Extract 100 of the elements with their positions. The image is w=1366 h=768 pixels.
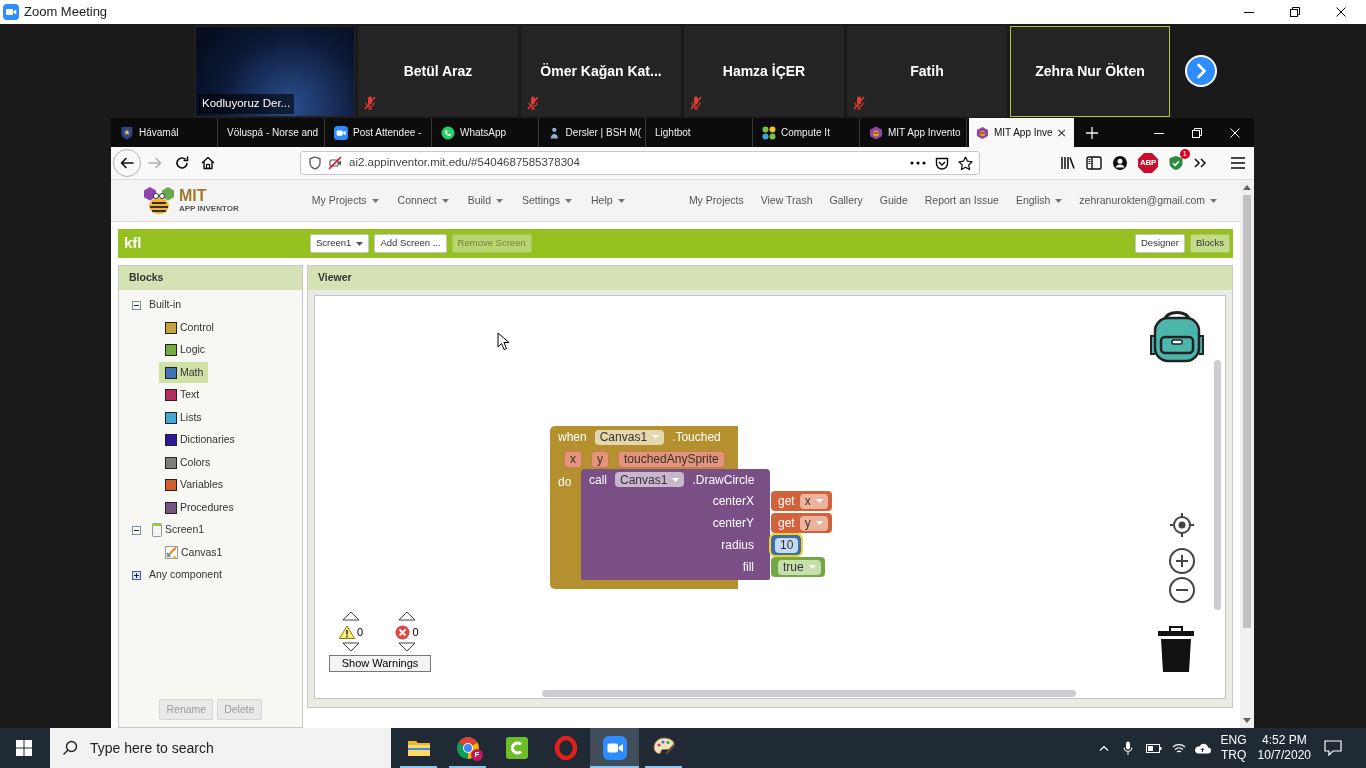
target-icon[interactable] — [1170, 513, 1194, 537]
participant-tile[interactable]: Kodluyoruz Der... — [195, 25, 355, 117]
account-icon[interactable] — [1112, 155, 1128, 171]
dropdown-field[interactable]: x — [799, 493, 828, 509]
menu-item[interactable]: My Projects — [688, 192, 744, 209]
address-bar[interactable]: ai2.appinventor.mit.edu/#5404687585378304 — [300, 151, 980, 175]
taskbar-app-button[interactable] — [590, 728, 639, 768]
scrollbar-thumb[interactable] — [1243, 195, 1251, 628]
cloud-icon[interactable] — [1193, 742, 1211, 754]
crossed-out-icon[interactable] — [328, 156, 342, 170]
dropdown-field[interactable]: y — [799, 515, 828, 531]
restore-icon[interactable] — [1290, 7, 1300, 17]
toolbar-button[interactable]: Add Screen ... — [374, 234, 447, 253]
star-icon[interactable] — [958, 156, 973, 170]
dropdown-field[interactable]: Canvas1 — [594, 429, 665, 445]
sidebar-icon[interactable] — [1086, 156, 1102, 170]
dropdown-field[interactable]: true — [778, 559, 821, 575]
boolean-block[interactable]: true — [771, 557, 825, 577]
scroll-down-icon[interactable] — [1243, 718, 1251, 723]
scrollbar-thumb[interactable] — [542, 690, 1076, 697]
scroll-up-icon[interactable] — [1243, 185, 1251, 190]
trash-icon[interactable] — [1158, 626, 1194, 672]
dropdown-field[interactable]: Canvas1 — [615, 472, 685, 487]
tree-item[interactable]: Math — [159, 362, 209, 384]
restore-icon[interactable] — [1192, 127, 1202, 138]
tree-item[interactable]: Variables — [159, 474, 228, 496]
show-warnings-button[interactable]: Show Warnings — [329, 655, 431, 672]
menu-item[interactable]: My Projects — [311, 192, 379, 209]
menu-item[interactable]: English — [1015, 192, 1063, 209]
collapse-icon[interactable] — [132, 300, 141, 310]
menu-item[interactable]: Guide — [879, 192, 908, 209]
tree-item[interactable]: Screen1 — [152, 522, 205, 539]
scrollbar-thumb[interactable] — [1214, 360, 1221, 610]
collapse-icon[interactable] — [132, 525, 141, 535]
up-arrow-icon[interactable] — [398, 611, 416, 621]
tree-item[interactable]: Text — [159, 384, 205, 406]
tree-item[interactable]: Procedures — [159, 497, 239, 519]
overflow-icon[interactable] — [1194, 158, 1206, 168]
view-button[interactable]: Designer — [1135, 234, 1185, 253]
participant-tile[interactable]: Zehra Nur Ökten — [1010, 25, 1170, 117]
view-button[interactable]: Blocks — [1190, 234, 1230, 253]
tree-item[interactable]: Logic — [159, 339, 211, 361]
menu-item[interactable]: Help — [591, 192, 625, 209]
reload-icon[interactable] — [174, 155, 190, 171]
next-page-icon[interactable] — [1185, 55, 1217, 87]
tree-item[interactable]: Colors — [159, 452, 216, 474]
zoom-in-icon[interactable] — [1169, 548, 1195, 574]
down-arrow-icon[interactable] — [398, 642, 416, 652]
new-tab-icon[interactable] — [1086, 126, 1098, 139]
more-icon[interactable] — [910, 161, 926, 165]
wifi-icon[interactable] — [1171, 742, 1186, 754]
menu-item[interactable]: Connect — [397, 192, 449, 209]
get-block[interactable]: get y — [771, 513, 832, 533]
shield-check-icon[interactable] — [1168, 155, 1184, 171]
browser-tab[interactable]: MIT App Inve — [969, 118, 1074, 147]
back-icon[interactable] — [113, 149, 141, 177]
shield-icon[interactable] — [309, 156, 321, 170]
adblock-button[interactable]: ABP — [1138, 153, 1158, 173]
tree-item[interactable]: Control — [159, 317, 219, 339]
menu-icon[interactable] — [1231, 157, 1245, 169]
participant-tile[interactable]: Ömer Kağan Kat... — [521, 25, 681, 117]
parameter-chip[interactable]: touchedAnySprite — [618, 450, 725, 468]
language-indicator[interactable]: ENG TRQ — [1220, 733, 1247, 763]
expand-icon[interactable] — [132, 570, 141, 580]
tree-item[interactable]: Dictionaries — [159, 429, 240, 451]
menu-item[interactable]: Gallery — [829, 192, 863, 209]
event-block[interactable]: when Canvas1 .Touched x y touchedAnySprite do call Canvas1 .DrawCircle centerX get x centerY get y radius 10 fill true — [550, 426, 832, 589]
participant-tile[interactable]: Fatih — [847, 25, 1007, 117]
close-icon[interactable] — [1057, 128, 1065, 137]
parameter-chip[interactable]: y — [591, 450, 609, 468]
microphone-icon[interactable] — [1122, 740, 1133, 756]
up-arrow-icon[interactable] — [342, 611, 360, 621]
taskbar-app-button[interactable]: F — [443, 728, 492, 768]
participant-tile[interactable]: Betül Araz — [358, 25, 518, 117]
tree-item[interactable]: Lists — [159, 407, 207, 429]
participant-tile[interactable]: Hamza İÇER — [684, 25, 844, 117]
down-arrow-icon[interactable] — [342, 642, 360, 652]
library-icon[interactable] — [1060, 155, 1076, 171]
menu-item[interactable]: zehranurokten@gmail.com — [1079, 192, 1217, 209]
pocket-icon[interactable] — [935, 156, 949, 170]
get-block[interactable]: get x — [771, 491, 832, 511]
menu-item[interactable]: Settings — [522, 192, 572, 209]
menu-item[interactable]: Build — [467, 192, 504, 209]
home-icon[interactable] — [200, 155, 216, 171]
zoom-out-icon[interactable] — [1169, 577, 1195, 603]
chevron-up-icon[interactable] — [1098, 745, 1109, 751]
close-icon[interactable] — [1336, 7, 1346, 17]
battery-icon[interactable] — [1145, 743, 1162, 753]
search-field[interactable]: Type here to search — [50, 728, 391, 768]
call-block[interactable]: call Canvas1 .DrawCircle centerX get x centerY get y radius 10 fill true — [581, 469, 832, 580]
clock[interactable]: 4:52 PM 10/7/2020 — [1257, 733, 1311, 763]
parameter-chip[interactable]: x — [564, 450, 582, 468]
menu-item[interactable]: Report an Issue — [924, 192, 999, 209]
notification-icon[interactable] — [1324, 740, 1342, 756]
tree-item[interactable]: Canvas1 — [159, 542, 228, 564]
tree-item[interactable]: Any component — [149, 567, 222, 584]
screen-dropdown[interactable]: Screen1 — [310, 234, 370, 253]
tree-item[interactable]: Built-in — [149, 297, 182, 314]
windows-logo-icon[interactable] — [16, 740, 32, 756]
menu-item[interactable]: View Trash — [760, 192, 813, 209]
